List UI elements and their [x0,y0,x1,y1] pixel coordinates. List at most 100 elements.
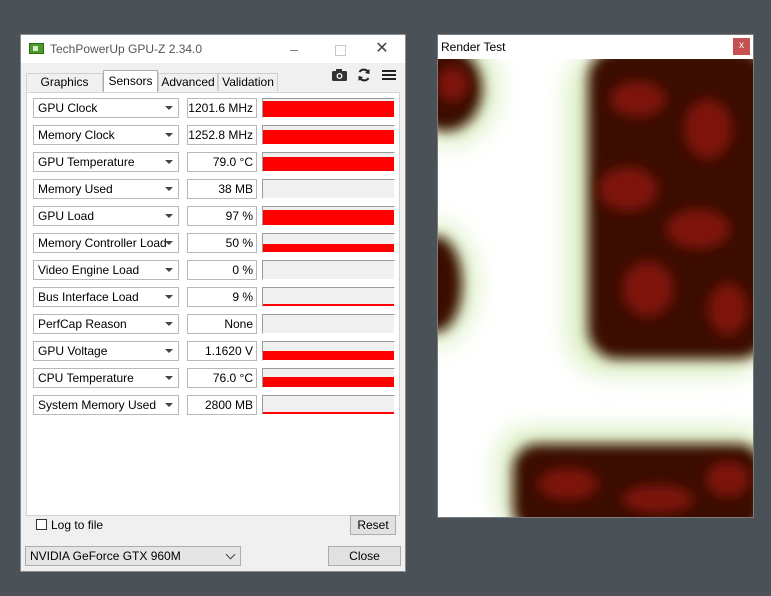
close-window-button[interactable]: ✕ [359,35,405,63]
chevron-down-icon [225,549,236,560]
sensor-row: PerfCap Reason None [33,314,395,334]
sensor-row: GPU Load 97 % [33,206,395,226]
sensor-graph [262,287,395,307]
refresh-icon [358,68,370,82]
sensor-graph-fill [263,157,394,171]
close-button[interactable]: Close [328,546,401,566]
hamburger-menu-icon [382,70,396,80]
minimize-button[interactable]: – [271,35,317,63]
sensor-value: 76.0 °C [187,368,257,388]
gpuz-titlebar[interactable]: TechPowerUp GPU-Z 2.34.0 – ✕ [21,35,405,63]
log-to-file-label: Log to file [51,518,104,532]
menu-button[interactable] [382,68,396,84]
gpu-select[interactable]: NVIDIA GeForce GTX 960M [25,546,241,566]
sensor-name-dropdown[interactable]: GPU Voltage [33,341,179,361]
sensor-name: GPU Load [38,209,95,223]
sensor-value: 9 % [187,287,257,307]
sensor-graph [262,125,395,145]
gpuz-window: TechPowerUp GPU-Z 2.34.0 – ✕ Graphics Ca… [20,34,406,572]
sensor-name: Memory Clock [38,128,115,142]
sensor-graph [262,368,395,388]
sensor-graph [262,98,395,118]
sensor-name-dropdown[interactable]: CPU Temperature [33,368,179,388]
sensor-value: 1.1620 V [187,341,257,361]
sensor-graph [262,395,395,415]
sensor-row: GPU Clock 1201.6 MHz [33,98,395,118]
sensor-graph-fill [263,377,394,387]
sensor-value: 50 % [187,233,257,253]
sensor-name-dropdown[interactable]: Memory Clock [33,125,179,145]
sensor-row: Video Engine Load 0 % [33,260,395,280]
sensor-name-dropdown[interactable]: GPU Temperature [33,152,179,172]
log-to-file-checkbox[interactable] [36,519,47,530]
sensor-name-dropdown[interactable]: PerfCap Reason [33,314,179,334]
maximize-button[interactable] [317,35,363,63]
sensor-name-dropdown[interactable]: GPU Load [33,206,179,226]
sensor-graph [262,179,395,199]
sensor-name: GPU Clock [38,101,98,115]
sensor-value: 1201.6 MHz [187,98,257,118]
render-test-title: Render Test [441,40,506,54]
sensor-graph-fill [263,210,394,225]
sensor-name-dropdown[interactable]: GPU Clock [33,98,179,118]
render-test-close-button[interactable]: x [733,38,750,55]
dropdown-arrow-icon [165,133,173,137]
sensor-name-dropdown[interactable]: Memory Used [33,179,179,199]
sensor-name: Memory Controller Load [38,236,167,250]
dropdown-arrow-icon [165,160,173,164]
sensor-graph [262,341,395,361]
tab-advanced[interactable]: Advanced [158,73,218,91]
reset-button[interactable]: Reset [350,515,396,535]
dropdown-arrow-icon [165,106,173,110]
close-icon: x [739,40,744,51]
render-canvas [438,59,753,517]
sensor-row: Bus Interface Load 9 % [33,287,395,307]
sensor-value: 1252.8 MHz [187,125,257,145]
dropdown-arrow-icon [165,376,173,380]
sensor-name: Bus Interface Load [38,290,139,304]
render-test-window: Render Test x [437,34,754,518]
close-icon: ✕ [375,40,389,57]
sensor-graph-fill [263,412,394,414]
refresh-button[interactable] [357,68,371,84]
dropdown-arrow-icon [165,214,173,218]
tab-graphics-card[interactable]: Graphics Card [26,73,103,106]
sensor-graph-fill [263,244,394,252]
sensor-row: CPU Temperature 76.0 °C [33,368,395,388]
dropdown-arrow-icon [165,349,173,353]
sensor-graph-fill [263,101,394,117]
dropdown-arrow-icon [165,187,173,191]
sensor-name-dropdown[interactable]: Bus Interface Load [33,287,179,307]
sensor-name: PerfCap Reason [38,317,127,331]
dropdown-arrow-icon [165,322,173,326]
sensor-row: Memory Controller Load 50 % [33,233,395,253]
dropdown-arrow-icon [165,268,173,272]
screenshot-button[interactable] [331,68,348,84]
render-scene [438,59,753,517]
dropdown-arrow-icon [165,295,173,299]
sensor-name-dropdown[interactable]: Memory Controller Load [33,233,179,253]
sensor-name: GPU Temperature [38,155,135,169]
minimize-icon: – [290,41,298,57]
render-test-titlebar[interactable]: Render Test x [438,35,753,59]
gpuz-window-title: TechPowerUp GPU-Z 2.34.0 [50,42,203,56]
sensor-graph-fill [263,351,394,360]
sensor-value: 2800 MB [187,395,257,415]
dropdown-arrow-icon [165,403,173,407]
sensor-graph [262,260,395,280]
sensor-value: 0 % [187,260,257,280]
sensor-name-dropdown[interactable]: System Memory Used [33,395,179,415]
sensor-name-dropdown[interactable]: Video Engine Load [33,260,179,280]
sensor-value: None [187,314,257,334]
sensor-value: 38 MB [187,179,257,199]
sensor-name: System Memory Used [38,398,157,412]
sensor-name: GPU Voltage [38,344,108,358]
sensor-name: Memory Used [38,182,113,196]
tab-sensors[interactable]: Sensors [103,70,158,92]
sensor-value: 79.0 °C [187,152,257,172]
tab-validation[interactable]: Validation [218,73,278,91]
sensor-row: GPU Temperature 79.0 °C [33,152,395,172]
sensor-row: Memory Used 38 MB [33,179,395,199]
sensor-graph-fill [263,304,394,306]
sensor-graph [262,206,395,226]
